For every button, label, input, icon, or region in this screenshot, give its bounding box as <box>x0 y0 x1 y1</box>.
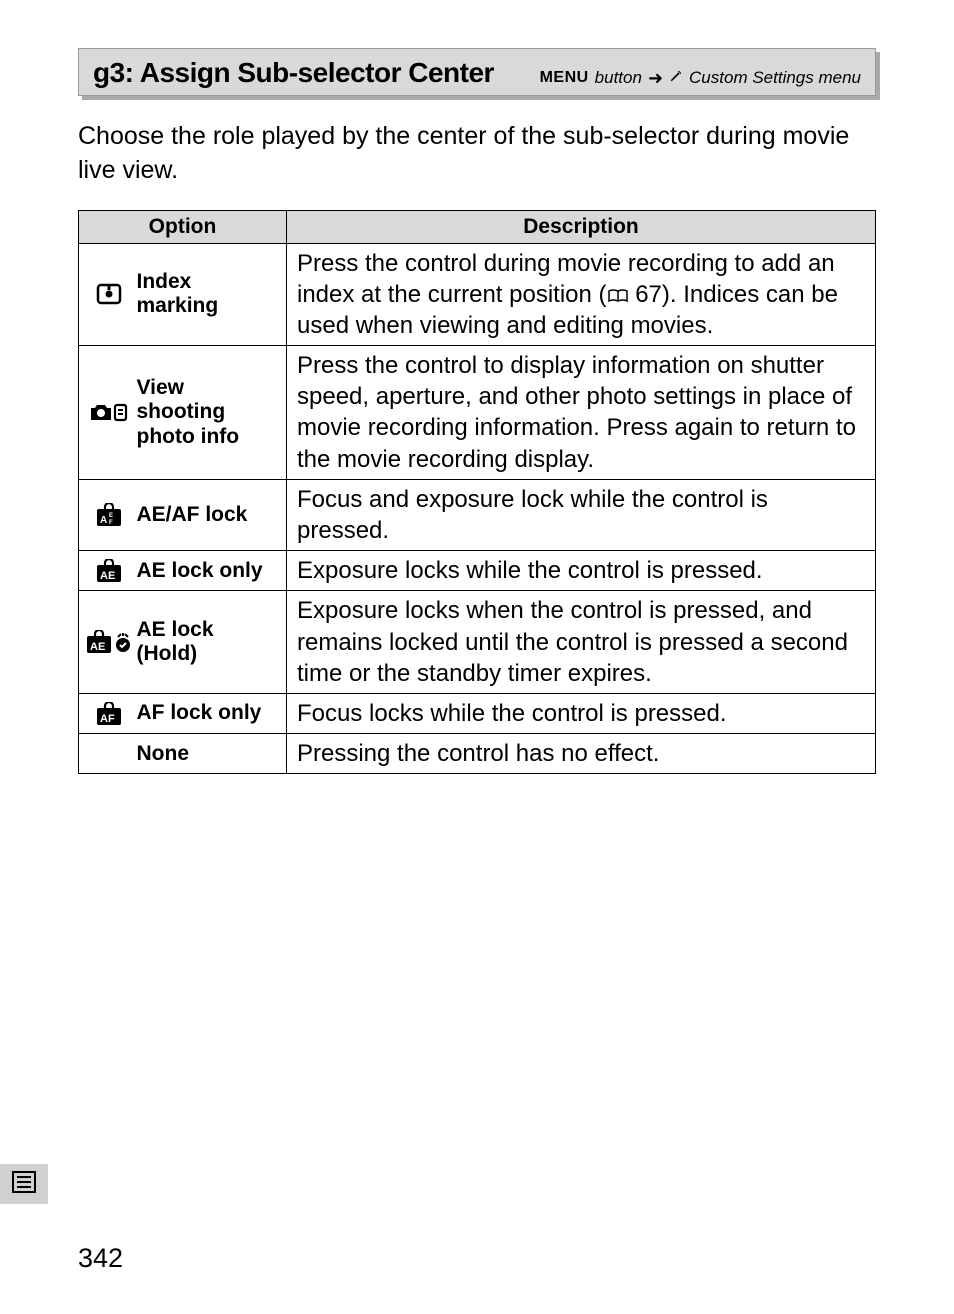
option-description: Press the control to display information… <box>287 346 876 480</box>
option-description: Exposure locks when the control is press… <box>287 591 876 694</box>
table-row: AE AE lock only Exposure locks while the… <box>79 551 876 591</box>
option-description: Exposure locks while the control is pres… <box>287 551 876 591</box>
section-header: g3: Assign Sub-selector Center MENU butt… <box>78 48 876 96</box>
table-row: View shooting photo info Press the contr… <box>79 346 876 480</box>
table-row: AE AE lock (Hold) Exposure locks when th… <box>79 591 876 694</box>
svg-text:AE: AE <box>90 641 105 653</box>
menu-list-icon <box>12 1171 36 1198</box>
ae-lock-icon: AE <box>83 559 135 583</box>
option-description: Focus and exposure lock while the contro… <box>287 479 876 550</box>
section-title: g3: Assign Sub-selector Center <box>93 57 494 89</box>
intro-text: Choose the role played by the center of … <box>78 120 876 188</box>
table-row: Index marking Press the control during m… <box>79 243 876 346</box>
option-description: Pressing the control has no effect. <box>287 734 876 774</box>
option-label: AE/AF lock <box>135 479 287 550</box>
button-label: button <box>595 68 642 88</box>
empty-icon <box>79 734 135 774</box>
menu-label: MENU <box>540 69 589 87</box>
col-header-option: Option <box>79 210 287 243</box>
option-label: View shooting photo info <box>135 346 287 480</box>
table-row: AF AF lock only Focus locks while the co… <box>79 693 876 733</box>
breadcrumb: MENU button ➜ Custom Settings menu <box>540 68 861 89</box>
page-number: 342 <box>78 1243 123 1274</box>
option-label: AF lock only <box>135 693 287 733</box>
pencil-icon <box>669 68 683 88</box>
table-row: AEF AE/AF lock Focus and exposure lock w… <box>79 479 876 550</box>
option-label: Index marking <box>135 243 287 346</box>
menu-name: Custom Settings menu <box>689 68 861 88</box>
svg-text:F: F <box>109 520 113 526</box>
options-table: Option Description Index marking Press t… <box>78 210 876 775</box>
section-tab <box>0 1164 48 1204</box>
option-label: AE lock only <box>135 551 287 591</box>
option-description: Focus locks while the control is pressed… <box>287 693 876 733</box>
option-description: Press the control during movie recording… <box>287 243 876 346</box>
col-header-description: Description <box>287 210 876 243</box>
page-ref: 67 <box>635 281 662 308</box>
arrow-icon: ➜ <box>648 68 663 89</box>
camera-info-icon <box>83 401 135 423</box>
af-lock-icon: AF <box>83 702 135 726</box>
svg-text:A: A <box>100 515 107 526</box>
ae-af-lock-icon: AEF <box>83 503 135 527</box>
index-marking-icon <box>83 283 135 305</box>
option-label: None <box>135 734 287 774</box>
svg-text:AE: AE <box>100 570 115 582</box>
ae-lock-hold-icon: AE <box>83 630 135 654</box>
svg-text:E: E <box>109 513 113 519</box>
option-label: AE lock (Hold) <box>135 591 287 694</box>
svg-text:AF: AF <box>100 713 115 725</box>
table-row: None Pressing the control has no effect. <box>79 734 876 774</box>
